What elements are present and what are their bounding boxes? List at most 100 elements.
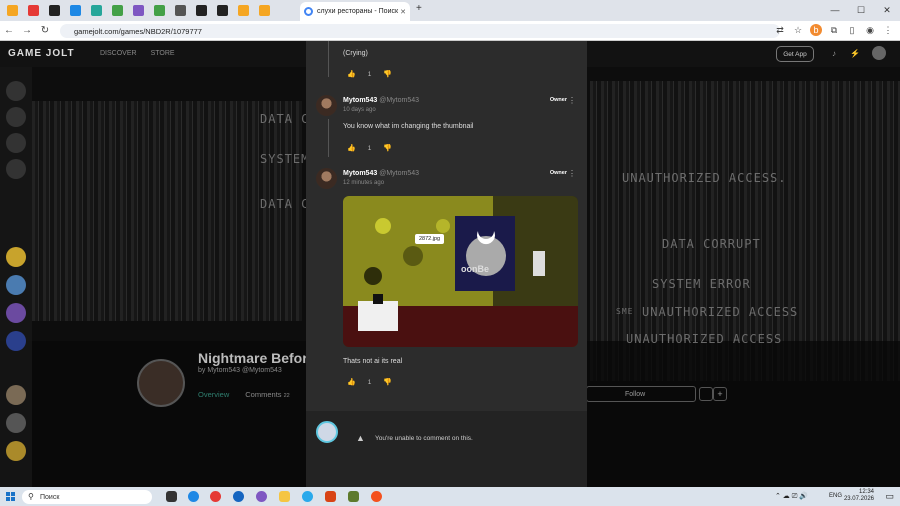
minecraft-icon[interactable] — [348, 491, 359, 502]
rail-discover-icon[interactable] — [6, 133, 26, 153]
zoom-icon[interactable] — [233, 491, 244, 502]
sidebar-icon[interactable]: ▯ — [846, 24, 858, 36]
gamejolt-logo[interactable]: GAME JOLT — [8, 48, 75, 59]
comment-author[interactable]: Mytom543 @Mytom543 — [343, 170, 419, 177]
viber-icon[interactable] — [256, 491, 267, 502]
thumbs-down-icon[interactable]: 👎 — [383, 144, 392, 152]
comment-image-attachment[interactable]: oonBe 2872.jpg — [343, 196, 578, 347]
notifications-icon[interactable]: ▭ — [885, 491, 894, 502]
rail-chat-icon[interactable] — [6, 159, 26, 179]
add-button[interactable]: + — [713, 387, 727, 401]
comment-date: 12 minutes ago — [343, 180, 385, 186]
thumbs-up-icon[interactable]: 👍 — [347, 378, 356, 386]
top-nav: DISCOVER STORE — [100, 50, 175, 57]
nav-discover[interactable]: DISCOVER — [100, 50, 137, 57]
tab-favicon-icon — [28, 5, 39, 16]
bookmark-star-icon[interactable]: ☆ — [792, 24, 804, 36]
activity-icon[interactable]: ⚡ — [850, 49, 860, 58]
file-explorer-icon[interactable] — [279, 491, 290, 502]
taskbar-search[interactable]: ⚲ Поиск — [22, 490, 152, 504]
rail-community-4[interactable] — [6, 331, 26, 351]
rail-community-3[interactable] — [6, 303, 26, 323]
more-options-icon[interactable]: ⋮ — [568, 96, 576, 105]
tab-overview[interactable]: Overview — [198, 390, 229, 399]
active-tab[interactable]: слухи рестораны - Поиск в G ✕ — [300, 2, 410, 21]
browser-tab[interactable] — [23, 0, 44, 21]
menu-icon[interactable]: ⋮ — [882, 24, 894, 36]
new-tab-button[interactable]: + — [416, 3, 422, 14]
owner-badge: Owner — [549, 170, 567, 176]
follow-more-button[interactable] — [699, 387, 713, 401]
profile-icon[interactable]: ◉ — [864, 24, 876, 36]
extensions-icon[interactable]: ⧉ — [828, 24, 840, 36]
tray-icons[interactable]: ⌃ ☁ ⎚ 🔊 — [775, 492, 808, 501]
nav-store[interactable]: STORE — [151, 50, 175, 57]
minimize-icon[interactable]: — — [822, 0, 848, 21]
date: 23.07.2026 — [843, 496, 874, 502]
toolbar-icons: ⇄ ☆ b ⧉ ▯ ◉ ⋮ — [774, 24, 894, 36]
start-icon[interactable] — [6, 492, 15, 501]
telegram-icon[interactable] — [302, 491, 313, 502]
game-byline[interactable]: by Mytom543 @Mytom543 — [198, 367, 282, 374]
follow-button[interactable]: Follow — [586, 386, 696, 402]
extension-icon[interactable]: b — [810, 24, 822, 36]
more-options-icon[interactable]: ⋮ — [568, 169, 576, 178]
browser-tab[interactable] — [2, 0, 23, 21]
vote-row: 👍 1 👎 — [347, 378, 392, 387]
rail-community-7[interactable] — [6, 441, 26, 461]
close-window-icon[interactable]: ✕ — [874, 0, 900, 21]
rail-home-icon[interactable] — [6, 81, 26, 101]
browser-tab[interactable] — [254, 0, 275, 21]
browser-tab[interactable] — [149, 0, 170, 21]
gamejolt-page: GAME JOLT DISCOVER STORE Get App ♪ ⚡ DAT… — [0, 41, 900, 487]
task-view-icon[interactable] — [166, 491, 177, 502]
rail-community-6[interactable] — [6, 413, 26, 433]
rail-store-icon[interactable] — [6, 107, 26, 127]
browser-tab[interactable] — [233, 0, 254, 21]
maximize-icon[interactable]: ☐ — [848, 0, 874, 21]
rail-community-1[interactable] — [6, 247, 26, 267]
powerpoint-icon[interactable] — [325, 491, 336, 502]
browser-tab[interactable] — [191, 0, 212, 21]
browser-tab[interactable] — [107, 0, 128, 21]
thumbs-up-icon[interactable]: 👍 — [347, 70, 356, 78]
language-indicator[interactable]: ENG — [829, 493, 842, 499]
tab-comments[interactable]: Comments 22 — [245, 390, 289, 399]
browser-tab[interactable] — [65, 0, 86, 21]
browser-tab[interactable] — [170, 0, 191, 21]
comments-count: 22 — [283, 393, 290, 399]
tab-favicon-icon — [112, 5, 123, 16]
thumbs-down-icon[interactable]: 👎 — [383, 378, 392, 386]
firefox-icon[interactable] — [371, 491, 382, 502]
chrome-icon[interactable] — [210, 491, 221, 502]
like-count: 1 — [367, 378, 372, 386]
back-icon[interactable]: ← — [0, 25, 18, 36]
reload-icon[interactable]: ↻ — [36, 25, 54, 36]
rail-community-2[interactable] — [6, 275, 26, 295]
thumbs-down-icon[interactable]: 👎 — [383, 70, 392, 78]
edge-icon[interactable] — [188, 491, 199, 502]
comment-author[interactable]: Mytom543 @Mytom543 — [343, 97, 419, 104]
url-text: gamejolt.com/games/NBD2R/1079777 — [74, 26, 202, 36]
close-tab-icon[interactable]: ✕ — [400, 8, 406, 16]
game-avatar[interactable] — [137, 359, 185, 407]
thumbs-up-icon[interactable]: 👍 — [347, 144, 356, 152]
address-bar: ← → ↻ gamejolt.com/games/NBD2R/1079777 ⇄… — [0, 21, 900, 41]
glitch-text: SYSTEM ERROR — [652, 277, 751, 291]
bell-icon[interactable]: ♪ — [832, 49, 836, 58]
browser-tab[interactable] — [86, 0, 107, 21]
tab-favicon-icon — [154, 5, 165, 16]
browser-tab[interactable] — [44, 0, 65, 21]
browser-tab[interactable] — [128, 0, 149, 21]
avatar[interactable] — [316, 95, 337, 116]
translate-icon[interactable]: ⇄ — [774, 24, 786, 36]
avatar[interactable] — [316, 168, 337, 189]
forward-icon[interactable]: → — [18, 25, 36, 36]
get-app-button[interactable]: Get App — [776, 46, 814, 62]
browser-tab[interactable] — [212, 0, 233, 21]
rail-community-5[interactable] — [6, 385, 26, 405]
clock[interactable]: 12:34 23.07.2026 — [844, 489, 874, 503]
url-input[interactable]: gamejolt.com/games/NBD2R/1079777 — [60, 24, 780, 38]
user-avatar[interactable] — [872, 46, 886, 60]
tab-favicon-icon — [49, 5, 60, 16]
